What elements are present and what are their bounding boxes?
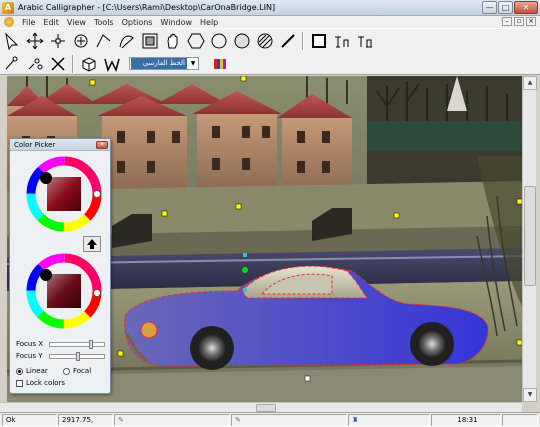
gradient-type-row: Linear Focal — [16, 367, 91, 375]
3d-box-icon[interactable] — [78, 54, 100, 74]
focus-y-slider-thumb[interactable] — [76, 351, 80, 361]
horizontal-scroll-thumb[interactable] — [256, 404, 276, 412]
close-button[interactable]: ✕ — [514, 1, 538, 14]
window-title: Arabic Calligrapher - [C:\Users\Rami\Des… — [18, 3, 276, 12]
focus-x-row: Focus X — [16, 339, 105, 349]
frame-icon[interactable] — [139, 31, 161, 51]
menu-help[interactable]: Help — [200, 18, 218, 27]
hexagon-icon[interactable] — [185, 31, 207, 51]
hatch-circle-icon[interactable] — [254, 31, 276, 51]
color-wheel-primary[interactable] — [26, 156, 102, 232]
text-baseline-icon[interactable] — [331, 31, 353, 51]
font-select-value: الخط الفارسي — [131, 58, 187, 69]
rectangle-icon[interactable] — [308, 31, 330, 51]
toolbar-separator — [302, 32, 304, 50]
mdi-close-button[interactable]: × — [526, 17, 536, 26]
hand-icon[interactable] — [162, 31, 184, 51]
split-nodes-icon[interactable] — [24, 54, 46, 74]
focal-radio[interactable] — [63, 367, 70, 375]
coordinates-readout: 2917.75, -141.54 — [58, 414, 113, 427]
color-picker-title: Color Picker — [14, 141, 56, 149]
mdi-restore-button[interactable]: ▫ — [514, 17, 524, 26]
focus-y-row: Focus Y — [16, 351, 105, 361]
focus-y-label: Focus Y — [16, 352, 43, 360]
curve-icon[interactable] — [93, 31, 115, 51]
menu-window[interactable]: Window — [160, 18, 192, 27]
cut-path-icon[interactable] — [47, 54, 69, 74]
node-toolbar: الخط الفارسي ▼ — [0, 53, 540, 75]
document-menu-icon[interactable] — [4, 17, 14, 27]
node-edit-icon[interactable] — [47, 31, 69, 51]
vertical-scroll-thumb[interactable] — [524, 186, 536, 286]
menu-edit[interactable]: Edit — [43, 18, 59, 27]
eyedropper-icon[interactable] — [277, 31, 299, 51]
pointer-icon[interactable] — [1, 31, 23, 51]
color-picker-panel: Color Picker × Focus X Focus Y Linear Fo… — [9, 138, 111, 394]
chevron-down-icon[interactable]: ▼ — [188, 58, 198, 69]
lock-colors-row: Lock colors — [16, 379, 65, 387]
pen-status-icon: ✎ — [118, 416, 124, 424]
circle-icon[interactable] — [208, 31, 230, 51]
status-pane-1: ✎ — [114, 414, 230, 426]
weight-icon[interactable] — [101, 54, 123, 74]
focus-x-slider[interactable] — [49, 339, 105, 349]
move-icon[interactable] — [24, 31, 46, 51]
focal-label: Focal — [73, 367, 92, 375]
status-text: Ok — [2, 414, 57, 426]
color-picker-title-bar[interactable]: Color Picker × — [10, 139, 110, 151]
title-bar: A Arabic Calligrapher - [C:\Users\Rami\D… — [0, 0, 540, 16]
color-wheel-secondary[interactable] — [26, 253, 102, 329]
text-layout-icon[interactable] — [354, 31, 376, 51]
status-pane-3: ♜ — [348, 414, 430, 426]
color-bars-icon[interactable] — [209, 54, 231, 74]
swap-colors-button[interactable] — [83, 236, 101, 252]
menu-bar: File Edit View Tools Options Window Help… — [0, 16, 540, 28]
focus-x-label: Focus X — [16, 340, 44, 348]
menu-tools[interactable]: Tools — [94, 18, 114, 27]
arrow-up-icon — [87, 239, 97, 249]
color-picker-close-button[interactable]: × — [96, 141, 108, 149]
menu-view[interactable]: View — [67, 18, 86, 27]
add-node-icon[interactable] — [70, 31, 92, 51]
focus-x-slider-thumb[interactable] — [89, 339, 93, 349]
lock-colors-label: Lock colors — [26, 379, 66, 387]
connect-nodes-icon[interactable] — [1, 54, 23, 74]
horizontal-scrollbar[interactable] — [0, 402, 522, 412]
minimize-button[interactable]: — — [482, 1, 497, 14]
status-bar: Ok 2917.75, -141.54 ✎ ✎ ♜ 18:31 — [0, 412, 540, 427]
vertical-scrollbar[interactable]: ▲ ▼ — [522, 76, 537, 402]
freehand-icon[interactable] — [116, 31, 138, 51]
status-pane-4 — [502, 414, 538, 426]
clock-readout: 18:31 — [431, 414, 501, 426]
toolbar-separator — [72, 54, 74, 73]
linear-radio[interactable] — [16, 367, 23, 375]
app-logo-icon: A — [2, 1, 14, 14]
menu-file[interactable]: File — [22, 18, 35, 27]
fill-status-icon: ✎ — [235, 416, 241, 424]
scroll-up-icon[interactable]: ▲ — [523, 76, 537, 90]
maximize-button[interactable]: □ — [498, 1, 513, 14]
ellipse-icon[interactable] — [231, 31, 253, 51]
lock-colors-checkbox[interactable] — [16, 379, 23, 387]
status-pane-2: ✎ — [231, 414, 347, 426]
mdi-minimize-button[interactable]: – — [502, 17, 512, 26]
linear-label: Linear — [26, 367, 48, 375]
brush-status-icon: ♜ — [352, 416, 359, 424]
drawing-toolbar — [0, 28, 540, 53]
scroll-down-icon[interactable]: ▼ — [523, 388, 537, 402]
font-select[interactable]: الخط الفارسي ▼ — [129, 57, 199, 70]
focus-y-slider[interactable] — [49, 351, 105, 361]
menu-options[interactable]: Options — [122, 18, 153, 27]
